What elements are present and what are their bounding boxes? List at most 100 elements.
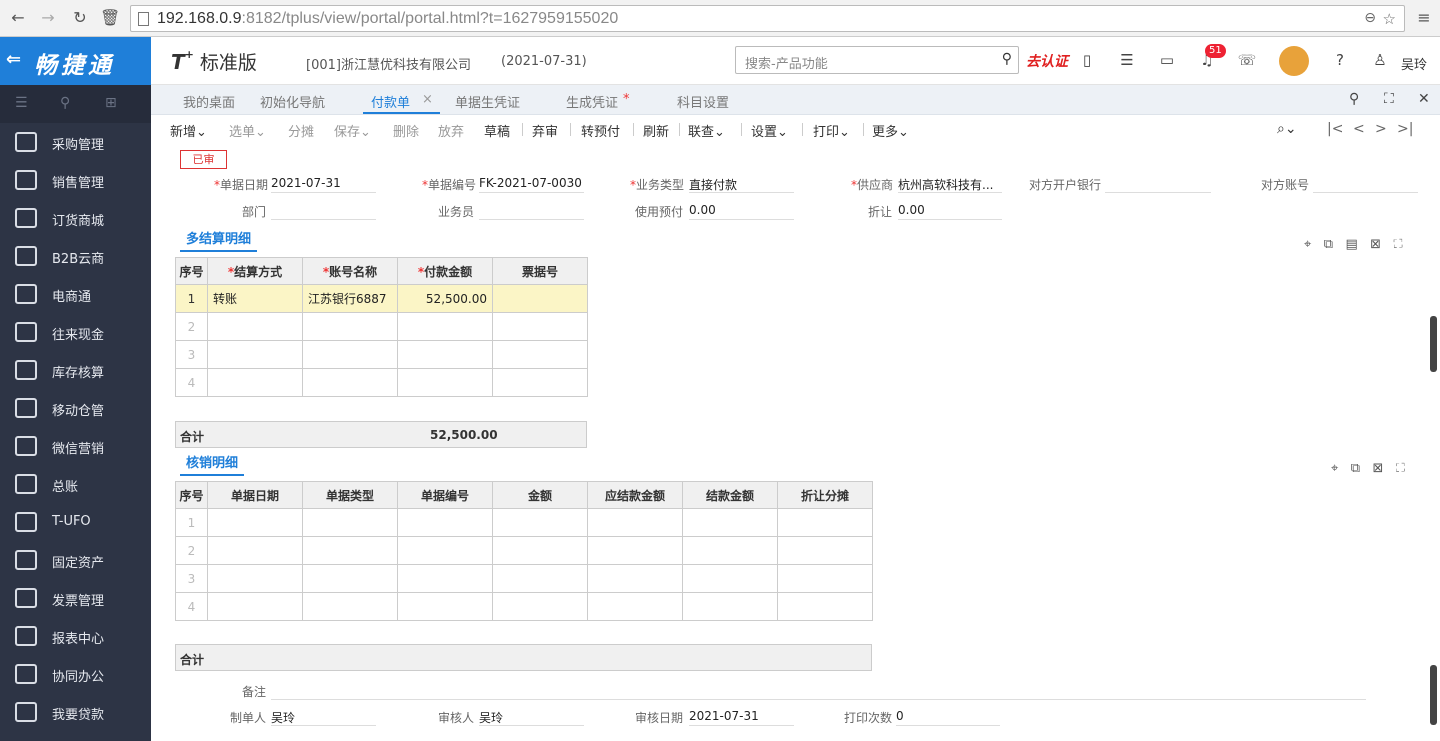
table-cell[interactable] [777,564,873,593]
table-cell[interactable] [397,508,493,537]
tab-close-icon[interactable]: × [422,92,433,107]
sidebar-item-15[interactable]: 我要贷款 [0,693,151,731]
hamburger-icon[interactable]: ☰ [15,95,28,111]
sidebar-item-5[interactable]: 往来现金 [0,313,151,351]
expand-icon[interactable]: ⛶ [1396,461,1405,476]
delete-row-icon[interactable]: ⊠ [1372,461,1383,476]
table-cell[interactable] [397,340,493,369]
sidebar-item-13[interactable]: 报表中心 [0,617,151,655]
table-row[interactable]: 3 [175,340,588,369]
table-cell[interactable] [777,508,873,537]
table-cell[interactable] [207,368,303,397]
app-logo[interactable]: ⇐ 畅捷通 [0,37,151,85]
sidebar-item-1[interactable]: 销售管理 [0,161,151,199]
back-arrow-icon[interactable]: ⇐ [6,49,21,70]
table-cell[interactable] [207,536,303,565]
scrollbar-thumb[interactable] [1430,316,1437,372]
table-row[interactable]: 2 [175,536,873,565]
paste-icon[interactable]: ▤ [1345,237,1357,252]
user-name[interactable]: 吴玲 [1401,54,1427,73]
remark-field[interactable] [271,680,1366,700]
more-button[interactable]: 更多⌄ [872,121,909,140]
browser-menu-icon[interactable]: ≡ [1414,8,1434,27]
sidebar-item-7[interactable]: 移动仓管 [0,389,151,427]
draft-button[interactable]: 草稿 [484,121,510,140]
phone-icon[interactable]: ☏ [1236,51,1258,69]
back-icon[interactable]: ← [8,8,28,27]
table-cell[interactable] [682,564,778,593]
table-cell[interactable] [492,564,588,593]
table-cell[interactable] [397,564,493,593]
link-query-button[interactable]: 联查⌄ [688,121,725,140]
table-cell[interactable] [492,340,588,369]
biz-type-field[interactable]: 直接付款 [689,173,794,193]
table-cell[interactable] [302,592,398,621]
prepay-button[interactable]: 转预付 [581,121,620,140]
table-row[interactable]: 2 [175,312,588,341]
table-cell[interactable] [492,536,588,565]
account-field[interactable] [1313,173,1418,193]
table-cell[interactable] [492,312,588,341]
sidebar-item-2[interactable]: 订货商城 [0,199,151,237]
dept-field[interactable] [271,200,376,220]
writeoff-section-title[interactable]: 核销明细 [180,452,245,476]
table-cell[interactable] [682,536,778,565]
sidebar-item-14[interactable]: 协同办公 [0,655,151,693]
table-row[interactable]: 4 [175,368,588,397]
table-cell[interactable] [397,312,493,341]
expand-icon[interactable]: ⛶ [1393,237,1402,252]
last-page-icon[interactable]: >| [1397,121,1413,137]
table-cell[interactable]: 江苏银行6887 [302,284,398,313]
tab-gen-voucher[interactable]: 生成凭证 [566,92,618,111]
unaudit-button[interactable]: 弃审 [532,121,558,140]
table-cell[interactable] [587,592,683,621]
copy-row-icon[interactable]: ⧉ [1351,461,1360,476]
table-cell[interactable] [207,312,303,341]
table-cell[interactable] [492,284,588,313]
sidebar-item-9[interactable]: 总账 [0,465,151,503]
sidebar-item-4[interactable]: 电商通 [0,275,151,313]
tab-subject-settings[interactable]: 科目设置 [677,92,729,111]
table-cell[interactable] [492,368,588,397]
table-cell[interactable]: 转账 [207,284,303,313]
table-row[interactable]: 4 [175,592,873,621]
settings-button[interactable]: 设置⌄ [751,121,788,140]
table-cell[interactable] [492,508,588,537]
date-field[interactable]: 2021-07-31 [271,173,376,193]
tab-init-guide[interactable]: 初始化导航 [260,92,325,111]
table-row[interactable]: 3 [175,564,873,593]
new-button[interactable]: 新增⌄ [170,121,207,140]
sidebar-item-10[interactable]: T-UFO [0,503,151,541]
add-icon[interactable]: ⊞ [105,95,117,111]
delete-row-icon[interactable]: ⊠ [1370,237,1381,252]
certify-link[interactable]: 去认证 [1026,51,1068,71]
settle-section-title[interactable]: 多结算明细 [180,228,258,252]
sidebar-item-12[interactable]: 发票管理 [0,579,151,617]
table-cell[interactable] [587,508,683,537]
table-cell[interactable]: 52,500.00 [397,284,493,313]
save-button[interactable]: 保存⌄ [334,121,371,140]
table-cell[interactable] [302,564,398,593]
table-cell[interactable] [207,508,303,537]
table-cell[interactable] [587,564,683,593]
table-cell[interactable] [587,536,683,565]
mobile-icon[interactable]: ▯ [1076,51,1098,69]
search-icon[interactable]: ⚲ [1349,91,1359,107]
search-input[interactable]: 搜索-产品功能 ⚲ [735,46,1019,74]
table-row[interactable]: 1 转账 江苏银行6887 52,500.00 [175,284,588,313]
supplier-field[interactable]: 杭州高软科技有... [898,173,1002,193]
search-icon[interactable]: ⚲ [60,95,70,111]
table-cell[interactable] [777,536,873,565]
split-button[interactable]: 分摊 [288,121,314,140]
table-cell[interactable] [492,592,588,621]
discount-field[interactable]: 0.00 [898,200,1002,220]
zoom-icon[interactable]: ⊖ [1364,10,1376,26]
forward-icon[interactable]: → [38,8,58,27]
table-cell[interactable] [207,592,303,621]
tab-desktop[interactable]: 我的桌面 [183,92,235,111]
sidebar-item-0[interactable]: 采购管理 [0,123,151,161]
star-icon[interactable]: ☆ [1383,10,1396,28]
bank-field[interactable] [1105,173,1211,193]
table-cell[interactable] [682,508,778,537]
table-cell[interactable] [397,536,493,565]
